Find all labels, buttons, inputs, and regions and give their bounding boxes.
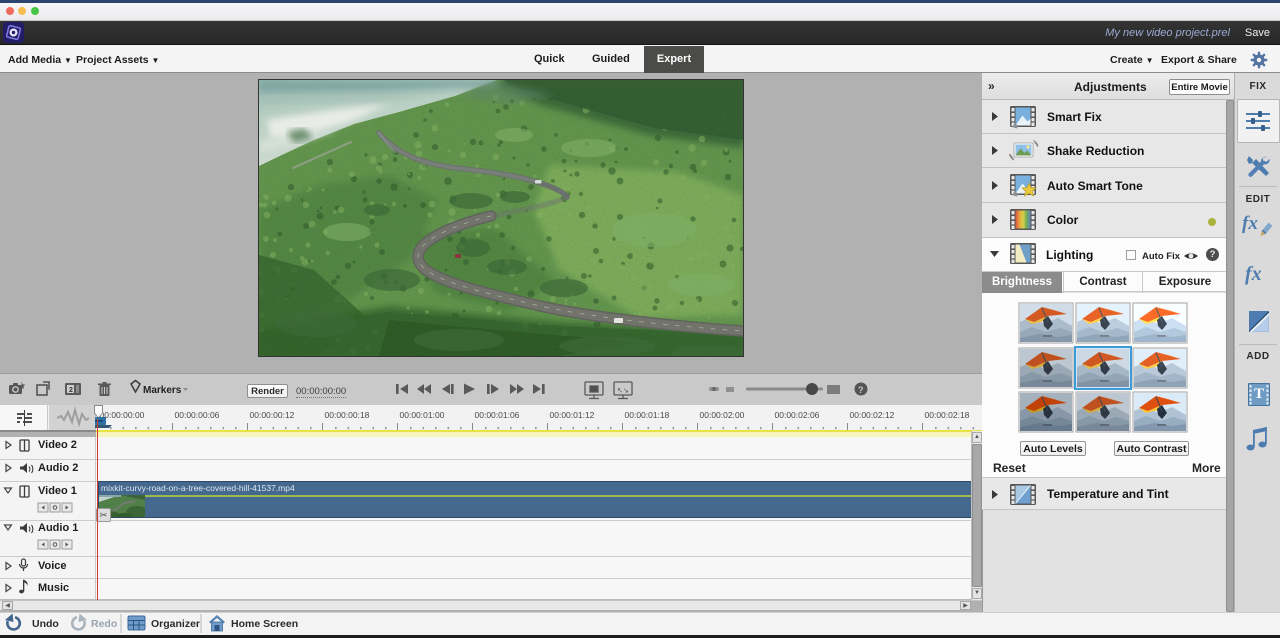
svg-text:00:00:01:06: 00:00:01:06: [475, 410, 520, 420]
svg-text:00:00:02:00: 00:00:02:00: [700, 410, 745, 420]
svg-text:00:00:01:00: 00:00:01:00: [400, 410, 445, 420]
svg-text:↖↘: ↖↘: [617, 388, 629, 395]
svg-text:00:00:02:12: 00:00:02:12: [850, 410, 895, 420]
svg-text:00:00:01:18: 00:00:01:18: [625, 410, 670, 420]
svg-text:00:00:02:18: 00:00:02:18: [925, 410, 970, 420]
svg-text:00:00:00:06: 00:00:00:06: [175, 410, 220, 420]
svg-text:00:00:01:12: 00:00:01:12: [550, 410, 595, 420]
svg-text:00:00:02:06: 00:00:02:06: [775, 410, 820, 420]
svg-text:?: ?: [858, 385, 864, 395]
svg-text:2: 2: [69, 387, 73, 394]
svg-text:00:00:00:18: 00:00:00:18: [325, 410, 370, 420]
svg-text:00:00:00:12: 00:00:00:12: [250, 410, 295, 420]
